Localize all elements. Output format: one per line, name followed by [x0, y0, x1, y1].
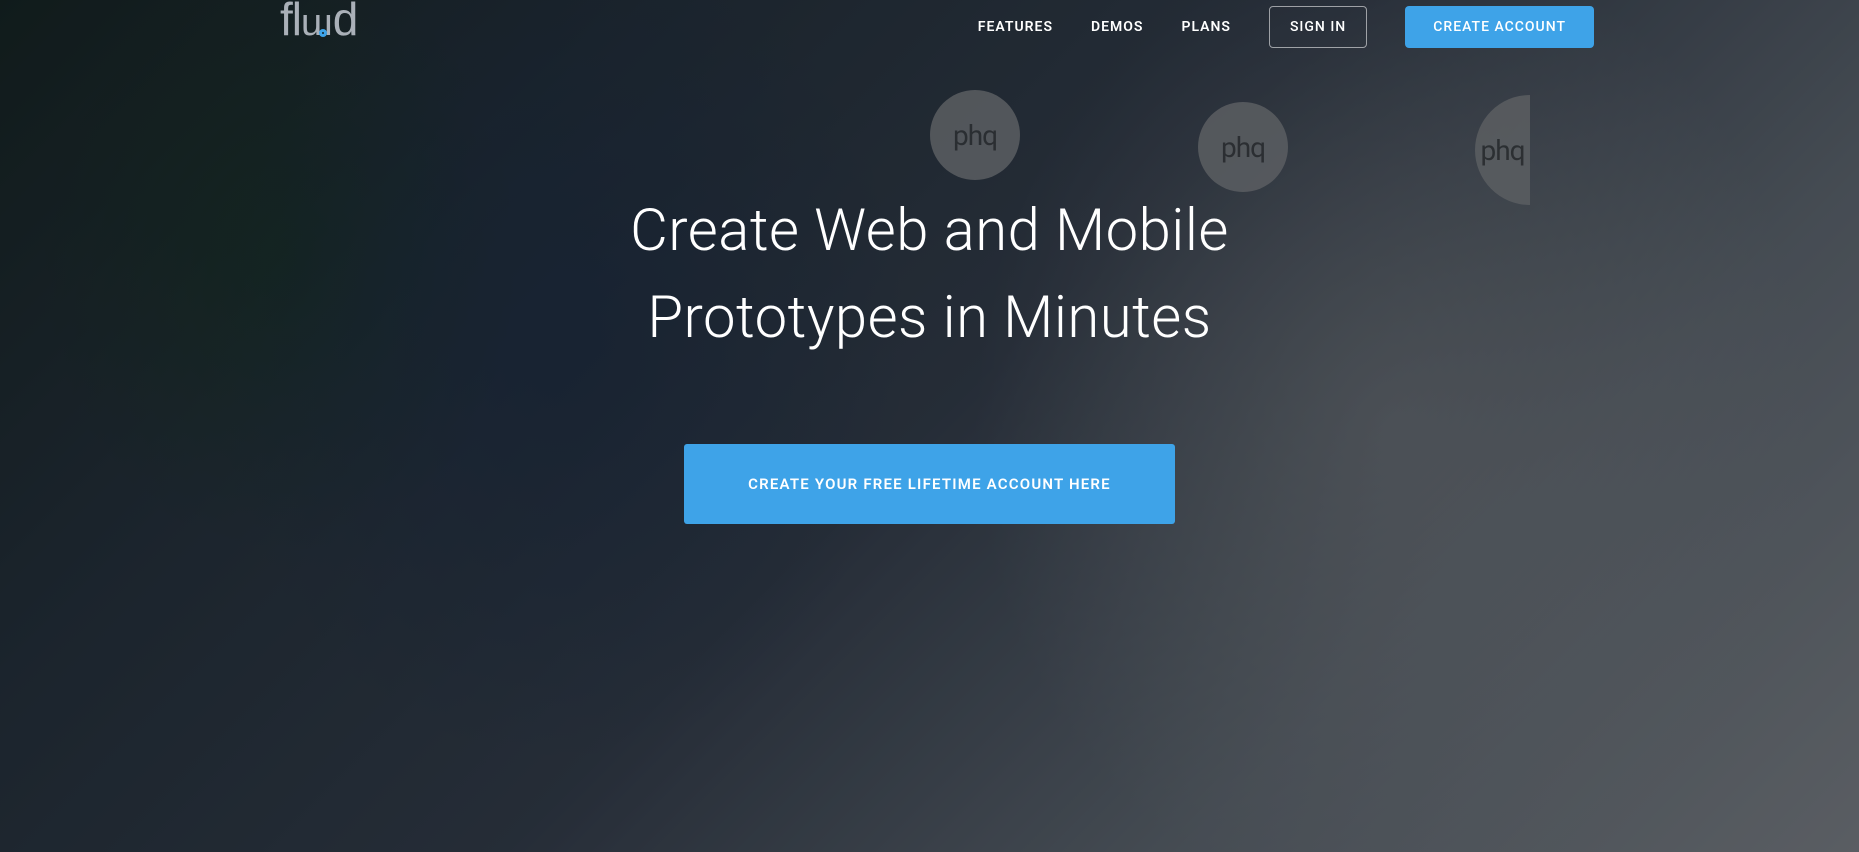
nav-link-demos[interactable]: DEMOS — [1091, 19, 1143, 35]
hero-title-line: Create Web and Mobile — [630, 197, 1229, 265]
logo-dot-icon — [319, 29, 327, 37]
nav-link-features[interactable]: FEATURES — [978, 19, 1053, 35]
hero-title-line: Prototypes in Minutes — [647, 284, 1211, 352]
primary-nav: FEATURES DEMOS PLANS SIGN IN CREATE ACCO… — [978, 6, 1594, 48]
hero-content: Create Web and Mobile Prototypes in Minu… — [0, 188, 1859, 524]
logo[interactable]: fluıd — [280, 0, 357, 59]
create-account-button[interactable]: CREATE ACCOUNT — [1405, 6, 1594, 48]
site-header: fluıd FEATURES DEMOS PLANS SIGN IN CREAT… — [0, 0, 1859, 50]
hero-title: Create Web and Mobile Prototypes in Minu… — [630, 188, 1229, 362]
nav-link-plans[interactable]: PLANS — [1181, 19, 1230, 35]
hero-section: phq phq phq fluıd FEATURES DEMOS PLANS S… — [0, 0, 1859, 852]
sign-in-button[interactable]: SIGN IN — [1269, 6, 1367, 48]
hero-cta-button[interactable]: CREATE YOUR FREE LIFETIME ACCOUNT HERE — [684, 444, 1175, 524]
